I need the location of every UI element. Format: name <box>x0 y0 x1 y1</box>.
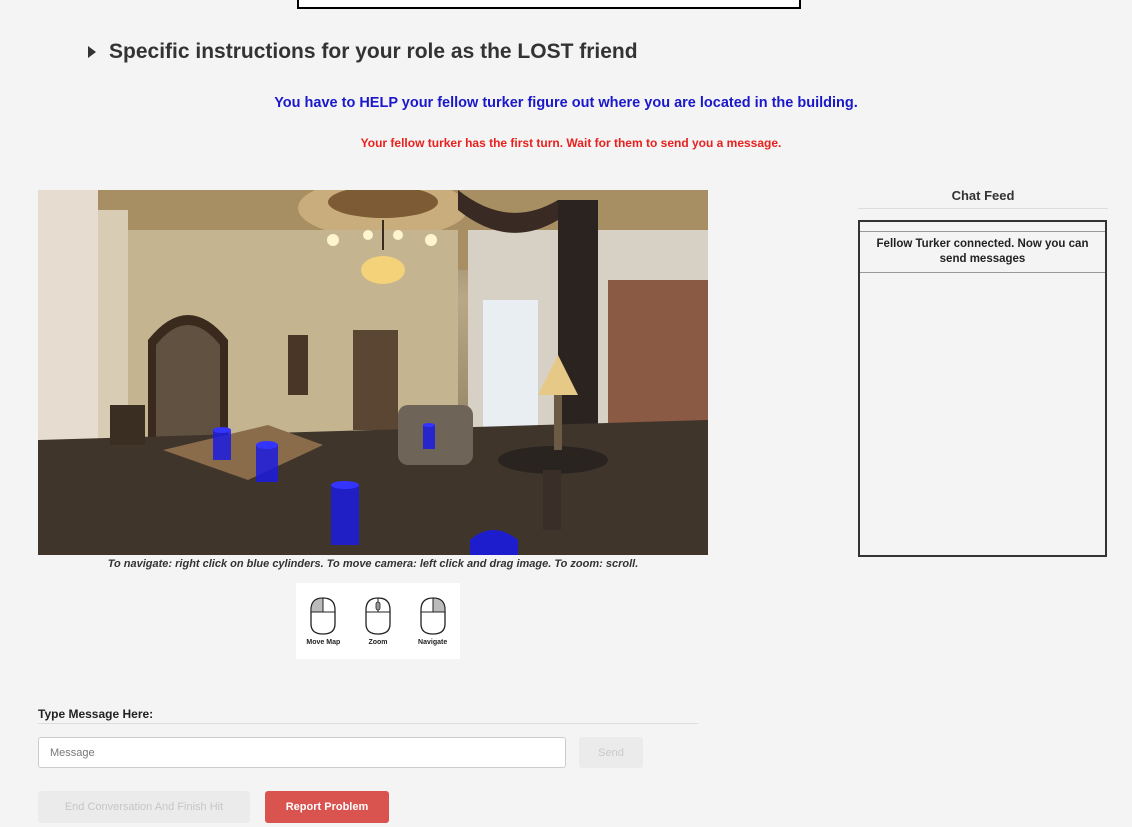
nav-cylinder[interactable] <box>213 427 231 460</box>
navigation-hint: To navigate: right click on blue cylinde… <box>107 558 639 570</box>
send-button[interactable]: Send <box>579 737 643 768</box>
report-problem-button[interactable]: Report Problem <box>265 791 389 823</box>
chat-feed[interactable]: Fellow Turker connected. Now you can sen… <box>858 220 1107 557</box>
mouse-left-click-icon <box>310 597 336 635</box>
panorama-viewer[interactable] <box>38 190 708 555</box>
table-pedestal <box>543 470 561 530</box>
chat-feed-top-row <box>860 222 1105 232</box>
instructions-toggle[interactable]: Specific instructions for your role as t… <box>88 40 638 64</box>
chat-message: Fellow Turker connected. Now you can sen… <box>860 232 1105 273</box>
legend-move-map: Move Map <box>300 596 346 646</box>
side-cabinet <box>110 405 145 445</box>
top-frame <box>297 0 801 9</box>
panorama-image <box>38 190 708 555</box>
legend-zoom: Zoom <box>355 596 401 646</box>
chandelier-bowl <box>361 256 405 284</box>
chandelier-light-1 <box>327 234 339 246</box>
chandelier-light-4 <box>393 230 403 240</box>
nav-cylinder[interactable] <box>423 423 435 449</box>
turn-notice: Your fellow turker has the first turn. W… <box>360 136 782 150</box>
legend-navigate: Navigate <box>410 596 456 646</box>
lamp-base <box>554 395 562 450</box>
chandelier-light-3 <box>363 230 373 240</box>
mouse-scroll-icon <box>365 597 391 635</box>
round-table <box>498 446 608 474</box>
message-label: Type Message Here: <box>38 707 154 721</box>
nav-cylinder[interactable] <box>331 481 359 545</box>
mouse-right-click-icon <box>419 597 446 635</box>
chandelier-light-2 <box>425 234 437 246</box>
end-conversation-button[interactable]: End Conversation And Finish Hit <box>38 791 250 823</box>
caret-right-icon <box>88 46 96 58</box>
mouse-legend: Move Map Zoom Navigate <box>296 583 460 659</box>
instructions-toggle-label: Specific instructions for your role as t… <box>109 40 638 63</box>
legend-navigate-label: Navigate <box>418 639 448 646</box>
message-label-divider <box>38 723 698 724</box>
hallway-door <box>353 330 398 430</box>
chat-feed-title: Chat Feed <box>951 188 1015 203</box>
door-glass <box>156 325 220 445</box>
message-input[interactable] <box>38 737 566 768</box>
wall-mirror <box>288 335 308 395</box>
help-instruction: You have to HELP your fellow turker figu… <box>274 95 858 111</box>
legend-zoom-label: Zoom <box>368 639 388 646</box>
nav-cylinder[interactable] <box>256 441 278 482</box>
armchair <box>398 405 473 465</box>
chat-title-divider <box>858 208 1108 209</box>
legend-move-map-label: Move Map <box>306 639 341 646</box>
